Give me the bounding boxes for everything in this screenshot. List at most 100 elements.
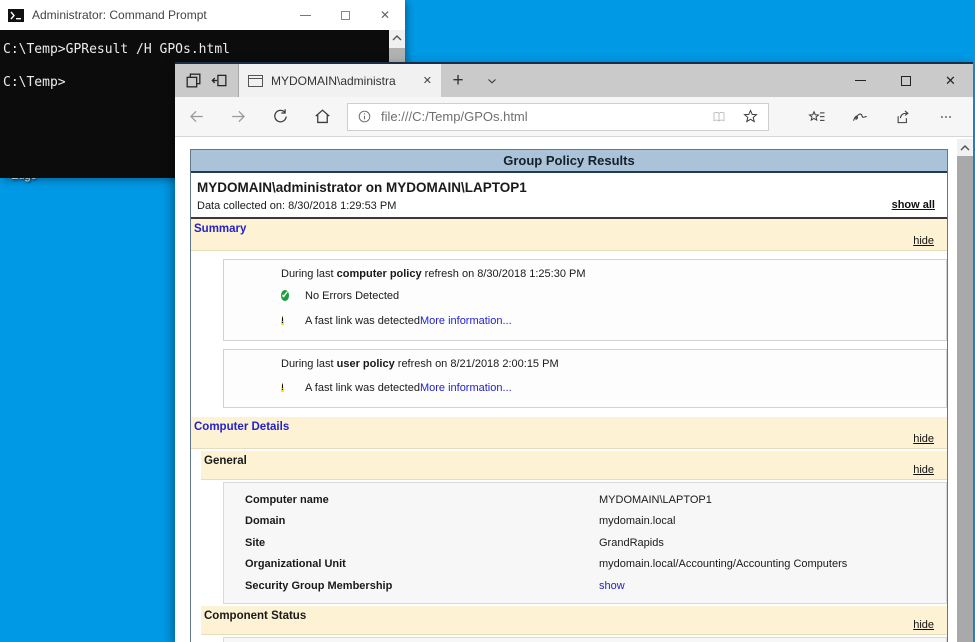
general-hide-link[interactable]: hide [913, 464, 934, 476]
row-value: mydomain.local/Accounting/Accounting Com… [599, 558, 847, 570]
page-icon [248, 75, 263, 87]
status-row: ! A fast link was detected More informat… [281, 378, 946, 397]
close-icon: ✕ [945, 73, 956, 89]
icon-cell: ✓ [281, 288, 305, 303]
status-row: ! A fast link was detected More informat… [281, 311, 946, 330]
report-subject: MYDOMAIN\administrator on MYDOMAIN\LAPTO… [197, 180, 941, 195]
browser-tab-active[interactable]: MYDOMAIN\administra ✕ [239, 64, 441, 97]
hub-icon[interactable] [795, 97, 838, 137]
section-component-status: Component Status hide [201, 606, 947, 635]
row-value: MYDOMAIN\LAPTOP1 [599, 494, 712, 506]
more-options-icon[interactable] [924, 97, 967, 137]
section-general: General hide [201, 451, 947, 480]
ink-pen-icon[interactable] [838, 97, 881, 137]
report-collected-on: Data collected on: 8/30/2018 1:29:53 PM [197, 200, 941, 212]
url-text[interactable]: file:///C:/Temp/GPOs.html [381, 109, 710, 124]
report-titleblock: MYDOMAIN\administrator on MYDOMAIN\LAPTO… [191, 173, 947, 219]
icon-cell: ! [281, 311, 305, 330]
summary-section-title[interactable]: Summary [194, 223, 246, 235]
section-computer-details: Computer Details hide [191, 417, 947, 449]
refresh-button[interactable] [259, 97, 301, 137]
maximize-icon [341, 11, 350, 20]
report-title: Group Policy Results [191, 150, 947, 173]
text: During last [281, 358, 337, 370]
table-row: Domain mydomain.local [245, 511, 946, 533]
new-tab-button[interactable]: + [441, 64, 475, 97]
status-row: ✓ No Errors Detected [281, 288, 946, 303]
browser-minimize-button[interactable] [838, 64, 883, 97]
browser-window-controls: ✕ [838, 64, 973, 97]
minimize-icon [300, 15, 311, 16]
warning-icon: ! [281, 382, 284, 392]
browser-scrollbar[interactable] [957, 139, 973, 642]
set-aside-tabs-icon[interactable] [184, 71, 203, 90]
reading-view-icon[interactable] [710, 109, 728, 125]
gp-report: Group Policy Results MYDOMAIN\administra… [190, 149, 948, 642]
row-label: Security Group Membership [245, 580, 599, 592]
address-bar[interactable]: file:///C:/Temp/GPOs.html [347, 103, 769, 131]
forward-button[interactable] [217, 97, 259, 137]
info-icon[interactable] [357, 109, 372, 124]
share-icon[interactable] [881, 97, 924, 137]
general-section-title[interactable]: General [204, 455, 247, 467]
cmd-minimize-button[interactable] [285, 0, 325, 30]
tab-title: MYDOMAIN\administra [271, 74, 417, 88]
browser-tabbar: MYDOMAIN\administra ✕ + ✕ [175, 64, 973, 97]
fast-link-text: A fast link was detected [305, 382, 420, 394]
cmd-icon [8, 9, 24, 22]
table-row: Computer name MYDOMAIN\LAPTOP1 [245, 489, 946, 511]
browser-maximize-button[interactable] [883, 64, 928, 97]
row-label: Computer name [245, 494, 599, 506]
text-bold: computer policy [337, 268, 422, 280]
cmd-maximize-button[interactable] [325, 0, 365, 30]
close-icon: ✕ [380, 8, 390, 22]
fast-link-text: A fast link was detected [305, 315, 420, 327]
row-value: GrandRapids [599, 537, 664, 549]
browser-content: Group Policy Results MYDOMAIN\administra… [175, 139, 973, 642]
table-row: Security Group Membership show [245, 575, 946, 597]
general-panel: Computer name MYDOMAIN\LAPTOP1 Domain my… [223, 482, 947, 604]
scroll-up-icon[interactable] [957, 139, 973, 156]
row-label: Domain [245, 515, 599, 527]
back-button[interactable] [175, 97, 217, 137]
browser-close-button[interactable]: ✕ [928, 64, 973, 97]
show-all-link[interactable]: show all [892, 199, 935, 211]
warning-icon: ! [281, 315, 284, 325]
computer-policy-box: During last computer policy refresh on 8… [223, 259, 947, 341]
text: During last [281, 268, 337, 280]
row-label: Site [245, 537, 599, 549]
component-status-hide-link[interactable]: hide [913, 619, 934, 631]
more-information-link[interactable]: More information... [420, 382, 512, 394]
component-status-section-title[interactable]: Component Status [204, 610, 306, 622]
success-check-icon: ✓ [281, 290, 289, 301]
component-status-panel: Component Name Status Time Taken Last Pr… [223, 637, 947, 642]
minimize-icon [855, 80, 866, 81]
console-line-command: C:\Temp>GPResult /H GPOs.html [3, 42, 389, 58]
scroll-up-icon[interactable] [389, 30, 405, 46]
computer-details-section-title[interactable]: Computer Details [194, 421, 289, 433]
home-button[interactable] [301, 97, 343, 137]
tab-preview-chevron-icon[interactable] [475, 64, 509, 97]
show-link[interactable]: show [599, 580, 625, 592]
text: refresh on 8/21/2018 2:00:15 PM [395, 358, 559, 370]
text: refresh on 8/30/2018 1:25:30 PM [422, 268, 586, 280]
tab-close-icon[interactable]: ✕ [423, 74, 432, 87]
section-summary: Summary hide [191, 219, 947, 251]
summary-content: During last computer policy refresh on 8… [191, 251, 947, 417]
maximize-icon [901, 76, 911, 86]
tabs-set-aside-icon[interactable] [210, 71, 229, 90]
no-errors-text: No Errors Detected [305, 290, 399, 302]
text-bold: user policy [337, 358, 395, 370]
summary-hide-link[interactable]: hide [913, 235, 934, 247]
cmd-titlebar[interactable]: Administrator: Command Prompt ✕ [0, 0, 405, 30]
favorites-star-icon[interactable] [742, 108, 759, 125]
user-policy-line: During last user policy refresh on 8/21/… [281, 358, 946, 370]
browser-scrollbar-thumb[interactable] [957, 156, 973, 642]
more-information-link[interactable]: More information... [420, 315, 512, 327]
computer-details-hide-link[interactable]: hide [913, 433, 934, 445]
table-row: Site GrandRapids [245, 532, 946, 554]
navbar-right-buttons [795, 97, 967, 137]
icon-cell: ! [281, 378, 305, 397]
cmd-window-controls: ✕ [285, 0, 405, 30]
cmd-close-button[interactable]: ✕ [365, 0, 405, 30]
